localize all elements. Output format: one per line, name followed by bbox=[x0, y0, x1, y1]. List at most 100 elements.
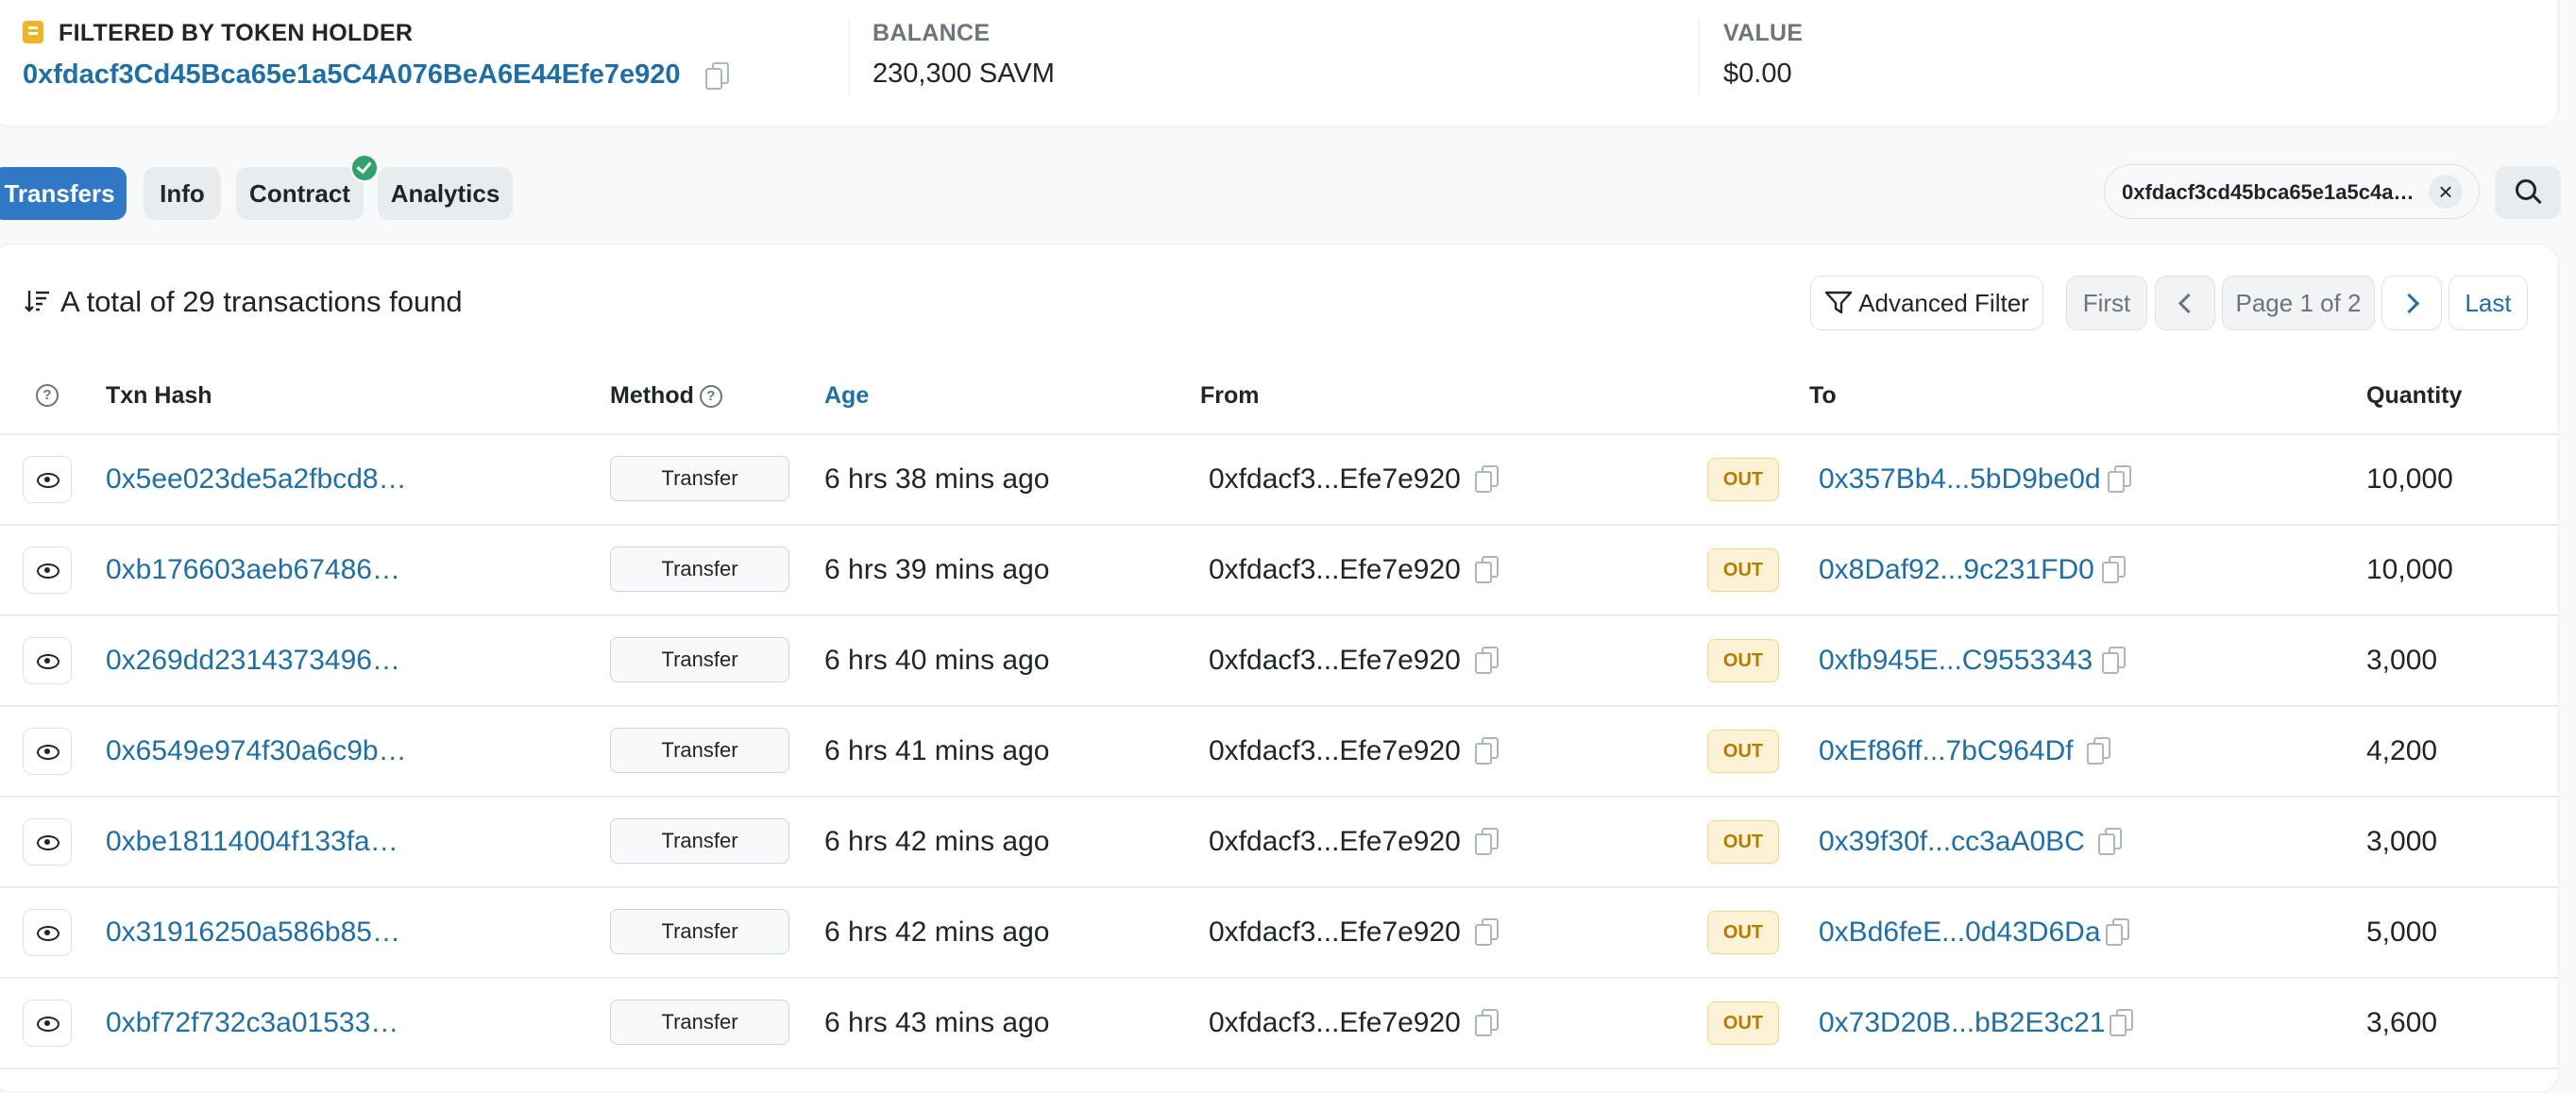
txn-hash-link[interactable]: 0x31916250a586b853... bbox=[106, 916, 408, 949]
copy-icon[interactable] bbox=[1475, 556, 1499, 583]
to-address-link[interactable]: 0x8Daf92...9c231FD0 bbox=[1819, 554, 2094, 586]
age-text: 6 hrs 42 mins ago bbox=[824, 826, 1050, 857]
holder-address-text[interactable]: 0xfdacf3Cd45Bca65e1a5C4A076BeA6E44Efe7e9… bbox=[23, 59, 680, 90]
filter-icon bbox=[1824, 291, 1853, 314]
value-amount: $0.00 bbox=[1723, 59, 1792, 89]
quantity-value: 3,000 bbox=[2366, 826, 2438, 857]
table-row: 0xb176603aeb674866... Transfer 6 hrs 39 mi… bbox=[0, 526, 2559, 616]
eye-icon[interactable] bbox=[23, 637, 72, 684]
copy-icon[interactable] bbox=[2102, 556, 2126, 583]
age-text: 6 hrs 41 mins ago bbox=[824, 735, 1050, 766]
quantity-value: 10,000 bbox=[2366, 463, 2453, 495]
copy-icon[interactable] bbox=[704, 62, 729, 90]
table-row: 0xbf72f732c3a01533a... Transfer 6 hrs 43 m… bbox=[0, 979, 2559, 1069]
sort-icon bbox=[25, 291, 49, 312]
copy-icon[interactable] bbox=[1475, 828, 1499, 855]
age-text: 6 hrs 39 mins ago bbox=[824, 554, 1050, 585]
column-from: From bbox=[1200, 382, 1260, 409]
verified-check-icon bbox=[350, 154, 379, 182]
table-row: 0xbe18114004f133fab... Transfer 6 hrs 42 m… bbox=[0, 798, 2559, 888]
address-filter-chip[interactable]: 0xfdacf3cd45bca65e1a5c4a076bea6e44efe7e9… bbox=[2104, 164, 2480, 219]
quantity-value: 5,000 bbox=[2366, 916, 2438, 948]
token-holder-icon bbox=[23, 21, 43, 43]
balance-label: BALANCE bbox=[873, 20, 991, 46]
copy-icon[interactable] bbox=[1475, 918, 1499, 946]
advanced-filter-button[interactable]: Advanced Filter bbox=[1810, 276, 2043, 330]
age-text: 6 hrs 42 mins ago bbox=[824, 916, 1050, 948]
direction-badge: OUT bbox=[1707, 458, 1779, 501]
method-badge: Transfer bbox=[610, 728, 789, 773]
from-address: 0xfdacf3...Efe7e920 bbox=[1209, 826, 1461, 857]
prev-page-button[interactable] bbox=[2155, 276, 2215, 330]
tab-transfers[interactable]: Transfers bbox=[0, 167, 127, 220]
copy-icon[interactable] bbox=[2108, 465, 2131, 493]
copy-icon[interactable] bbox=[2110, 1009, 2133, 1036]
direction-badge: OUT bbox=[1707, 1001, 1779, 1045]
eye-icon[interactable] bbox=[23, 909, 72, 956]
search-icon[interactable] bbox=[2495, 166, 2561, 219]
copy-icon[interactable] bbox=[2087, 737, 2110, 765]
txn-hash-link[interactable]: 0x5ee023de5a2fbcd8d... bbox=[106, 463, 408, 496]
from-address: 0xfdacf3...Efe7e920 bbox=[1209, 735, 1461, 766]
eye-icon[interactable] bbox=[23, 728, 72, 775]
quantity-value: 3,000 bbox=[2366, 645, 2438, 676]
advanced-filter-label: Advanced Filter bbox=[1858, 288, 2029, 317]
txn-hash-link[interactable]: 0x6549e974f30a6c9bd... bbox=[106, 735, 408, 767]
from-address: 0xfdacf3...Efe7e920 bbox=[1209, 463, 1461, 495]
column-method-label: Method bbox=[610, 382, 694, 409]
value-label: VALUE bbox=[1723, 20, 1804, 46]
column-age[interactable]: Age bbox=[824, 382, 869, 410]
eye-icon[interactable] bbox=[23, 546, 72, 594]
txn-hash-link[interactable]: 0x269dd23143734960... bbox=[106, 645, 408, 677]
age-text: 6 hrs 38 mins ago bbox=[824, 463, 1050, 495]
from-address: 0xfdacf3...Efe7e920 bbox=[1209, 1007, 1461, 1038]
close-icon[interactable]: × bbox=[2429, 175, 2463, 209]
method-badge: Transfer bbox=[610, 546, 789, 592]
from-address: 0xfdacf3...Efe7e920 bbox=[1209, 916, 1461, 948]
copy-icon[interactable] bbox=[2102, 647, 2126, 674]
copy-icon[interactable] bbox=[2098, 828, 2122, 855]
copy-icon[interactable] bbox=[1475, 647, 1499, 674]
tab-analytics[interactable]: Analytics bbox=[378, 167, 513, 220]
method-badge: Transfer bbox=[610, 456, 789, 501]
to-address-link[interactable]: 0xfb945E...C9553343 bbox=[1819, 645, 2093, 677]
column-txn-hash: Txn Hash bbox=[106, 382, 212, 409]
column-method: Method? bbox=[610, 382, 722, 410]
column-to: To bbox=[1809, 382, 1837, 409]
next-page-button[interactable] bbox=[2381, 276, 2442, 330]
to-address-link[interactable]: 0x357Bb4...5bD9be0d bbox=[1819, 463, 2101, 496]
quantity-value: 10,000 bbox=[2366, 554, 2453, 585]
eye-icon[interactable] bbox=[23, 456, 72, 503]
copy-icon[interactable] bbox=[2106, 918, 2129, 946]
copy-icon[interactable] bbox=[1475, 1009, 1499, 1036]
to-address-link[interactable]: 0x39f30f...cc3aA0BC bbox=[1819, 826, 2085, 858]
holder-address-link[interactable]: 0xfdacf3Cd45Bca65e1a5C4A076BeA6E44Efe7e9… bbox=[23, 59, 729, 91]
eye-icon[interactable] bbox=[23, 1000, 72, 1047]
column-quantity: Quantity bbox=[2366, 382, 2463, 409]
to-address-link[interactable]: 0xBd6feE...0d43D6Da bbox=[1819, 916, 2101, 949]
txn-hash-link[interactable]: 0xbf72f732c3a01533a... bbox=[106, 1007, 408, 1039]
method-help-icon[interactable]: ? bbox=[699, 385, 722, 409]
quantity-value: 4,200 bbox=[2366, 735, 2438, 766]
tab-info[interactable]: Info bbox=[144, 167, 221, 220]
copy-icon[interactable] bbox=[1475, 465, 1499, 493]
page-indicator: Page 1 of 2 bbox=[2222, 276, 2375, 330]
eye-icon[interactable] bbox=[23, 818, 72, 866]
row-info-help-icon[interactable]: ? bbox=[36, 381, 59, 409]
txn-hash-link[interactable]: 0xbe18114004f133fab... bbox=[106, 826, 408, 858]
table-row: 0x5ee023de5a2fbcd8d... Transfer 6 hrs 38 m… bbox=[0, 435, 2559, 526]
to-address-link[interactable]: 0xEf86ff...7bC964Df bbox=[1819, 735, 2074, 767]
first-page-button[interactable]: First bbox=[2066, 276, 2147, 330]
to-address-link[interactable]: 0x73D20B...bB2E3c21 bbox=[1819, 1007, 2106, 1039]
direction-badge: OUT bbox=[1707, 548, 1779, 592]
divider bbox=[849, 19, 850, 96]
copy-icon[interactable] bbox=[1475, 737, 1499, 765]
transactions-count: A total of 29 transactions found bbox=[60, 285, 463, 318]
last-page-button[interactable]: Last bbox=[2449, 276, 2528, 330]
txn-hash-link[interactable]: 0xb176603aeb674866... bbox=[106, 554, 408, 586]
direction-badge: OUT bbox=[1707, 820, 1779, 864]
table-row: 0x269dd23143734960... Transfer 6 hrs 40 mi… bbox=[0, 616, 2559, 707]
tab-contract[interactable]: Contract bbox=[236, 167, 364, 220]
holder-label: FILTERED BY TOKEN HOLDER bbox=[59, 20, 414, 46]
direction-badge: OUT bbox=[1707, 639, 1779, 682]
